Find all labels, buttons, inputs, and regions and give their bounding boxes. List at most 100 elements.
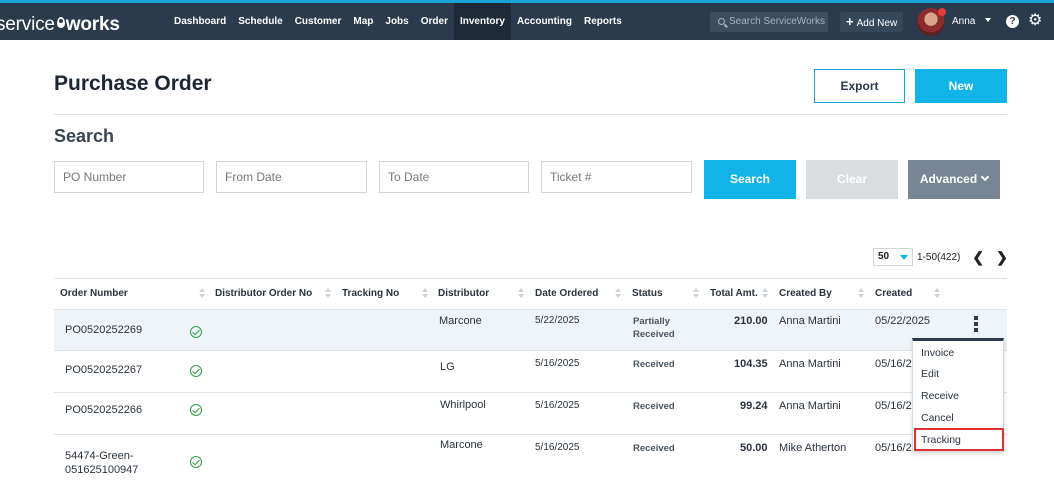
logo-text-service: service (0, 14, 55, 35)
status-line: Received (633, 329, 675, 340)
search-icon (718, 18, 725, 25)
check-circle-icon (190, 365, 202, 377)
col-order-number[interactable]: Order Number (60, 279, 128, 309)
status-badge: Received (633, 443, 675, 454)
global-search-placeholder: Search ServiceWorks (729, 16, 825, 27)
help-icon[interactable]: ? (1006, 15, 1019, 28)
sort-icon[interactable] (325, 288, 331, 300)
sort-icon[interactable] (858, 288, 864, 300)
order-number-line: 54474-Green- (65, 450, 134, 462)
more-actions-icon[interactable] (974, 316, 978, 334)
nav-dashboard[interactable]: Dashboard (168, 3, 232, 40)
sort-icon[interactable] (693, 288, 699, 300)
nav-reports[interactable]: Reports (578, 3, 628, 40)
sort-icon[interactable] (518, 288, 524, 300)
gear-icon[interactable]: ⚙ (1028, 12, 1042, 30)
nav-map[interactable]: Map (347, 3, 379, 40)
sort-icon[interactable] (422, 288, 428, 300)
nav-customer[interactable]: Customer (289, 3, 348, 40)
table-row[interactable]: PO0520252266 Whirlpool 5/16/2025 Receive… (54, 393, 1007, 435)
nav-inventory[interactable]: Inventory (453, 3, 511, 40)
total-amount: 50.00 (740, 442, 768, 454)
order-number[interactable]: PO0520252267 (65, 364, 142, 376)
ticket-input[interactable]: Ticket # (541, 161, 692, 193)
global-search-input[interactable]: Search ServiceWorks (710, 12, 828, 32)
logo-text-works: works (65, 14, 120, 35)
order-number[interactable]: PO0520252269 (65, 324, 142, 336)
order-number[interactable]: PO0520252266 (65, 404, 142, 416)
check-circle-icon (190, 404, 202, 416)
distributor: Whirlpool (440, 399, 486, 411)
dropdown-arrow-icon (900, 255, 908, 260)
advanced-button[interactable]: Advanced (908, 160, 1000, 199)
col-tracking-no[interactable]: Tracking No (342, 279, 399, 309)
next-page-icon[interactable]: ❯ (996, 249, 1008, 266)
page-size-value: 50 (878, 251, 890, 262)
export-button[interactable]: Export (814, 69, 905, 103)
created-by: Anna Martini (779, 315, 841, 327)
total-amount: 99.24 (740, 400, 768, 412)
menu-item-cancel[interactable]: Cancel (921, 412, 954, 424)
col-date-ordered[interactable]: Date Ordered (535, 279, 598, 309)
sort-icon[interactable] (762, 288, 768, 300)
to-date-input[interactable]: To Date (379, 161, 529, 193)
table-row[interactable]: PO0520252269 Marcone 5/22/2025 Partially… (54, 310, 1007, 351)
sort-icon[interactable] (615, 288, 621, 300)
col-created-by[interactable]: Created By (779, 279, 832, 309)
col-distributor[interactable]: Distributor (438, 279, 489, 309)
order-number[interactable]: 54474-Green- 051625100947 (65, 449, 138, 477)
status-badge: Partially Received (633, 315, 675, 341)
search-button[interactable]: Search (704, 160, 796, 199)
date-ordered: 5/22/2025 (535, 315, 580, 326)
from-date-input[interactable]: From Date (216, 161, 367, 193)
pagination: 50 1-50(422) ❮ ❯ (873, 248, 1008, 266)
nav-jobs[interactable]: Jobs (379, 3, 414, 40)
chevron-down-icon (985, 18, 992, 22)
user-menu[interactable]: Anna (952, 14, 992, 30)
plus-icon: + (846, 14, 854, 29)
nav-schedule[interactable]: Schedule (232, 3, 288, 40)
chevron-down-icon (980, 172, 990, 182)
menu-item-edit[interactable]: Edit (921, 368, 939, 380)
col-status[interactable]: Status (632, 279, 663, 309)
page-size-select[interactable]: 50 (873, 248, 913, 266)
table-row[interactable]: 54474-Green- 051625100947 Marcone 5/16/20… (54, 435, 1007, 483)
distributor: Marcone (440, 439, 483, 451)
check-circle-icon (190, 456, 202, 468)
new-button[interactable]: New (915, 69, 1007, 103)
clear-button[interactable]: Clear (806, 160, 898, 199)
page-range: 1-50(422) (917, 251, 961, 263)
app-logo[interactable]: service works (0, 14, 120, 36)
sort-icon[interactable] (934, 288, 940, 300)
menu-item-receive[interactable]: Receive (921, 390, 959, 402)
distributor: Marcone (439, 315, 482, 327)
col-total-amt[interactable]: Total Amt. (710, 279, 758, 309)
main-nav: Dashboard Schedule Customer Map Jobs Ord… (168, 3, 628, 40)
add-new-button[interactable]: + Add New (840, 12, 904, 32)
status-badge: Received (633, 401, 675, 412)
status-line: Partially (633, 316, 670, 327)
status-badge: Received (633, 359, 675, 370)
table-row[interactable]: PO0520252267 LG 5/16/2025 Received 104.3… (54, 351, 1007, 393)
col-distributor-order-no[interactable]: Distributor Order No (215, 279, 312, 309)
nav-accounting[interactable]: Accounting (511, 3, 578, 40)
created-by: Anna Martini (779, 358, 841, 370)
col-created[interactable]: Created (875, 279, 912, 309)
menu-item-invoice[interactable]: Invoice (921, 347, 954, 359)
user-name: Anna (952, 16, 976, 27)
check-circle-icon (190, 326, 202, 338)
add-new-label: Add New (856, 18, 898, 29)
date-ordered: 5/16/2025 (535, 400, 580, 411)
po-number-input[interactable]: PO Number (54, 161, 204, 193)
total-amount: 210.00 (734, 315, 768, 327)
logo-pin-icon (56, 17, 65, 28)
sort-icon[interactable] (199, 288, 205, 300)
nav-order[interactable]: Order (415, 3, 454, 40)
date-ordered: 5/16/2025 (535, 358, 580, 369)
created-by: Anna Martini (779, 400, 841, 412)
divider (54, 114, 1007, 115)
notification-badge (938, 8, 946, 16)
prev-page-icon[interactable]: ❮ (972, 249, 984, 266)
distributor: LG (440, 361, 455, 373)
created-date: 05/22/2025 (875, 315, 931, 327)
